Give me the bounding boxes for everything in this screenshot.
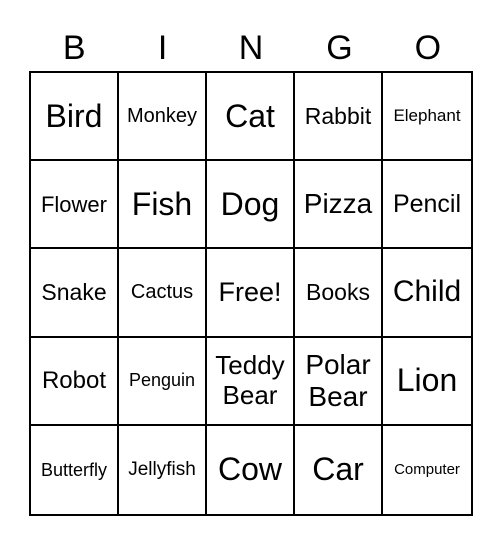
bingo-cell-text: Cow	[217, 451, 282, 488]
bingo-cell-text: Pencil	[392, 189, 462, 218]
bingo-cell[interactable]: Elephant	[383, 73, 471, 162]
bingo-cell-text: Child	[392, 275, 462, 309]
bingo-cell[interactable]: Butterfly	[31, 425, 119, 514]
bingo-cell[interactable]: Jellyfish	[119, 425, 207, 514]
bingo-cell-text: Free!	[218, 276, 282, 307]
bingo-cell-text: Rabbit	[304, 102, 372, 129]
bingo-cell-text: Jellyfish	[128, 458, 196, 480]
bingo-header: B I N G O	[30, 28, 472, 68]
bingo-cell-text: Teddy Bear	[215, 349, 285, 410]
bingo-cell[interactable]: Robot	[31, 337, 119, 426]
bingo-cell[interactable]: Polar Bear	[295, 337, 383, 426]
bingo-cell[interactable]: Child	[383, 249, 471, 338]
bingo-cell-text: Computer	[394, 461, 460, 479]
bingo-cell-text: Elephant	[393, 106, 461, 126]
header-letter-b: B	[62, 29, 86, 67]
bingo-cell[interactable]: Monkey	[119, 73, 207, 162]
bingo-cell[interactable]: Pencil	[383, 161, 471, 250]
bingo-cell-text: Butterfly	[40, 459, 108, 480]
header-letter-n: N	[238, 29, 264, 67]
header-letter-i: I	[157, 29, 168, 67]
bingo-cell[interactable]: Rabbit	[295, 73, 383, 162]
bingo-cell-text: Penguin	[128, 370, 196, 391]
bingo-cell[interactable]: Cow	[207, 425, 295, 514]
bingo-cell[interactable]: Teddy Bear	[207, 337, 295, 426]
bingo-cell[interactable]: Cactus	[119, 249, 207, 338]
bingo-cell[interactable]: Cat	[207, 73, 295, 162]
bingo-cell[interactable]: Computer	[383, 426, 471, 514]
bingo-cell[interactable]: Books	[295, 249, 383, 338]
bingo-cell[interactable]: Free!	[207, 249, 295, 338]
bingo-cell-text: Lion	[396, 362, 458, 399]
bingo-cell[interactable]: Penguin	[119, 337, 207, 426]
bingo-cell[interactable]: Bird	[31, 73, 119, 162]
bingo-cell[interactable]: Lion	[383, 338, 471, 426]
bingo-cell-text: Polar Bear	[305, 348, 371, 412]
bingo-cell[interactable]: Snake	[31, 249, 119, 338]
bingo-cell[interactable]: Dog	[207, 161, 295, 250]
bingo-cell-text: Books	[306, 279, 370, 306]
bingo-cell[interactable]: Fish	[119, 161, 207, 250]
bingo-grid: Bird Monkey Cat Rabbit Elephant Flower Fish Dog…	[29, 71, 473, 516]
bingo-cell-text: Flower	[40, 191, 107, 217]
header-letter-g: G	[326, 29, 353, 67]
bingo-cell[interactable]: Car	[295, 425, 383, 514]
bingo-cell-text: Bird	[45, 97, 103, 134]
bingo-cell-text: Cactus	[130, 280, 194, 303]
bingo-cell-text: Car	[312, 451, 364, 488]
bingo-cell[interactable]: Flower	[31, 161, 119, 250]
bingo-cell-text: Cat	[225, 97, 275, 134]
bingo-cell-text: Pizza	[303, 188, 373, 220]
bingo-cell[interactable]: Pizza	[295, 161, 383, 250]
bingo-cell-text: Dog	[220, 185, 280, 222]
bingo-cell-text: Snake	[41, 279, 107, 306]
bingo-cell-text: Robot	[41, 366, 107, 394]
bingo-cell-text: Fish	[131, 185, 193, 222]
header-letter-o: O	[414, 29, 442, 67]
bingo-cell-text: Monkey	[126, 104, 198, 127]
